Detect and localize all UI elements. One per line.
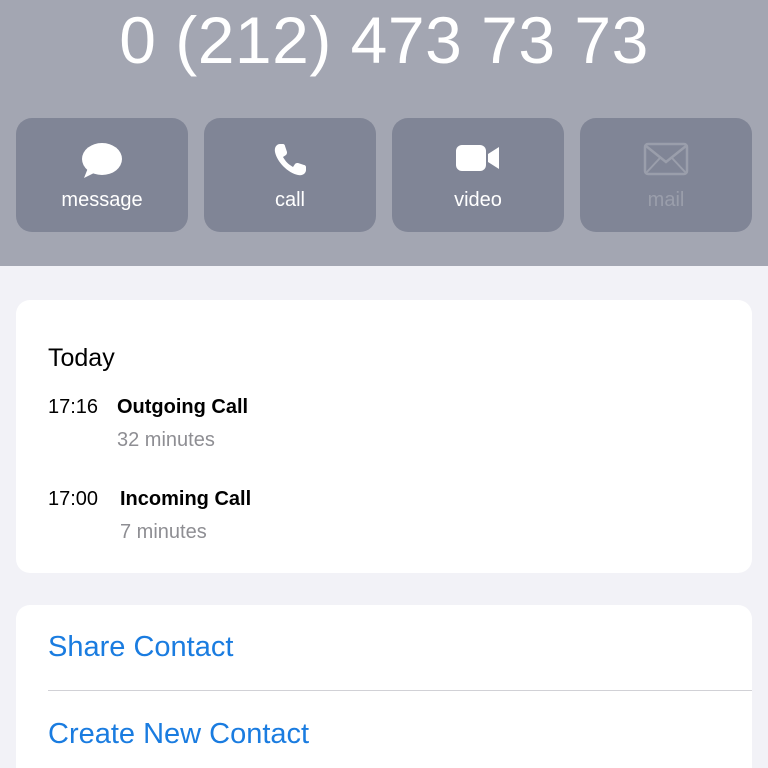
divider — [48, 690, 752, 691]
mail-label: mail — [647, 189, 685, 211]
call-time: 17:00 — [48, 488, 99, 510]
create-new-contact-link[interactable]: Create New Contact — [48, 718, 309, 751]
phone-icon — [274, 144, 306, 176]
call-time: 17:16 — [48, 396, 99, 418]
call-history-card: Today 17:16 Outgoing Call 32 minutes 17:… — [16, 300, 752, 573]
phone-number: 0 (212) 473 73 73 — [119, 3, 649, 77]
share-contact-link[interactable]: Share Contact — [48, 631, 233, 664]
call-button[interactable]: call — [204, 118, 376, 232]
envelope-icon — [643, 142, 689, 176]
call-type: Incoming Call — [120, 488, 252, 510]
video-label: video — [454, 189, 502, 211]
call-duration: 7 minutes — [120, 521, 207, 543]
call-type: Outgoing Call — [117, 396, 249, 418]
message-bubble-icon — [82, 143, 122, 178]
video-camera-icon — [456, 145, 499, 171]
contact-header: 0 (212) 473 73 73 message call video mai… — [0, 0, 768, 266]
message-label: message — [61, 189, 143, 211]
contact-options-card: Share Contact Create New Contact — [16, 605, 752, 768]
call-duration: 32 minutes — [117, 429, 215, 451]
video-button[interactable]: video — [392, 118, 564, 232]
mail-button[interactable]: mail — [580, 118, 752, 232]
call-label: call — [274, 189, 305, 211]
message-button[interactable]: message — [16, 118, 188, 232]
history-day: Today — [48, 344, 115, 372]
